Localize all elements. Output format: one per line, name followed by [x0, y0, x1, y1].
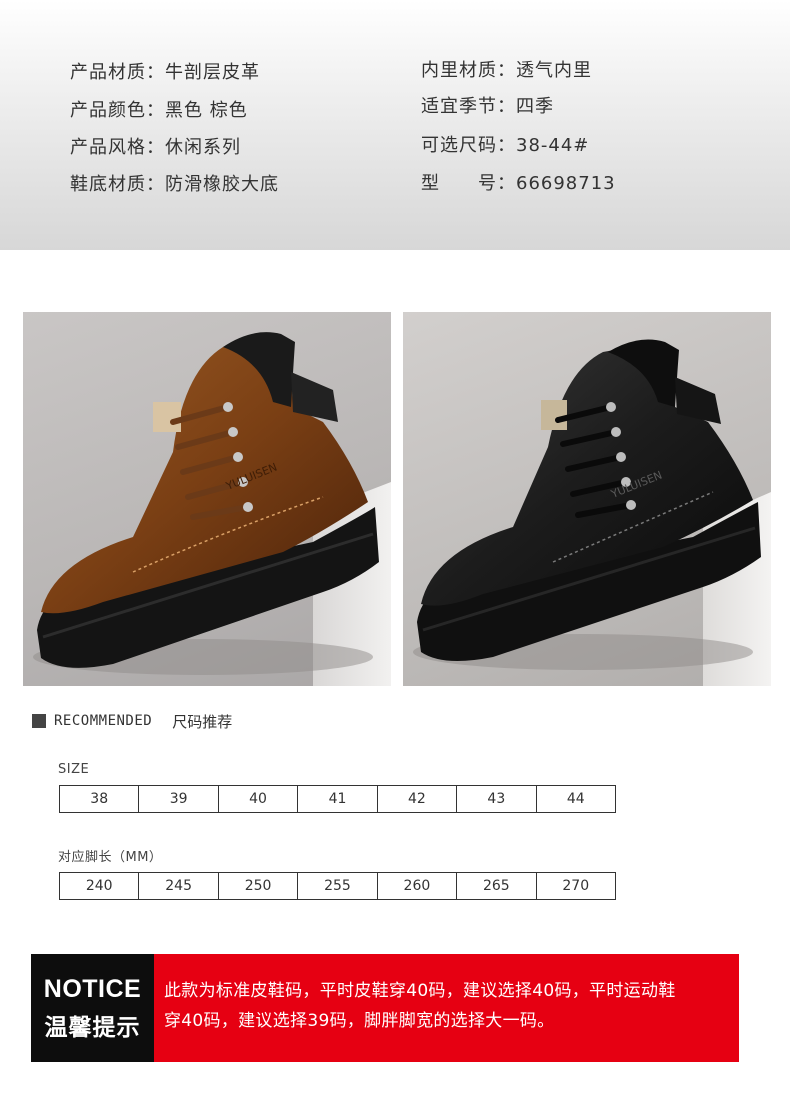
spec-label: 适宜季节： [421, 96, 516, 117]
spec-sizes: 可选尺码：38-44# [421, 131, 589, 157]
spec-label: 内里材质： [421, 60, 516, 81]
notice-banner: NOTICE 温馨提示 此款为标准皮鞋码，平时皮鞋穿40码，建议选择40码，平时… [31, 954, 739, 1062]
spec-label: 可选尺码： [421, 135, 516, 156]
spec-value: 38-44# [516, 135, 590, 156]
spec-material: 产品材质：牛剖层皮革 [70, 58, 260, 84]
spec-sole: 鞋底材质：防滑橡胶大底 [70, 170, 279, 196]
recommended-header: RECOMMENDED 尺码推荐 [32, 711, 232, 731]
spec-model: 型 号：66698713 [421, 169, 616, 195]
spec-label: 型 号： [421, 173, 516, 194]
foot-length-cell: 245 [139, 873, 219, 899]
notice-text-box: 此款为标准皮鞋码，平时皮鞋穿40码，建议选择40码，平时运动鞋 穿40码，建议选… [154, 954, 739, 1062]
size-label: SIZE [58, 762, 90, 777]
foot-length-cell: 260 [378, 873, 458, 899]
brown-boot-illustration: YULUISEN [33, 332, 391, 686]
recommended-title-en: RECOMMENDED [54, 713, 153, 729]
size-cell: 43 [457, 786, 537, 812]
spec-value: 66698713 [516, 173, 616, 194]
spec-style: 产品风格：休闲系列 [70, 133, 241, 159]
foot-length-cell: 240 [60, 873, 140, 899]
size-cell: 41 [298, 786, 378, 812]
notice-text-line: 此款为标准皮鞋码，平时皮鞋穿40码，建议选择40码，平时运动鞋 [164, 981, 676, 1001]
spec-value: 休闲系列 [165, 137, 241, 158]
foot-length-label: 对应脚长（MM） [58, 850, 163, 865]
size-cell: 39 [139, 786, 219, 812]
brown-boot-photo: YULUISEN [23, 312, 391, 686]
foot-length-cell: 255 [298, 873, 378, 899]
notice-title-cn: 温馨提示 [44, 1014, 141, 1041]
spec-value: 牛剖层皮革 [165, 62, 260, 83]
size-cell: 38 [60, 786, 140, 812]
black-boot-photo: YULUISEN [403, 312, 771, 686]
foot-length-table: 240 245 250 255 260 265 270 [59, 872, 616, 900]
spec-label: 鞋底材质： [70, 174, 165, 195]
spec-panel: 产品材质：牛剖层皮革 产品颜色：黑色 棕色 产品风格：休闲系列 鞋底材质：防滑橡… [0, 0, 790, 250]
spec-value: 四季 [516, 96, 554, 117]
notice-title-box: NOTICE 温馨提示 [31, 954, 154, 1062]
spec-season: 适宜季节：四季 [421, 92, 554, 118]
spec-label: 产品风格： [70, 137, 165, 158]
size-table: 38 39 40 41 42 43 44 [59, 785, 616, 813]
black-boot-illustration: YULUISEN [413, 339, 771, 686]
spec-label: 产品材质： [70, 62, 165, 83]
spec-value: 防滑橡胶大底 [165, 174, 279, 195]
foot-length-cell: 250 [219, 873, 299, 899]
notice-title-en: NOTICE [43, 974, 142, 1003]
spec-value: 黑色 棕色 [165, 100, 248, 121]
recommended-title-cn: 尺码推荐 [172, 712, 233, 731]
size-cell: 40 [219, 786, 299, 812]
size-cell: 44 [566, 791, 585, 807]
size-cell: 42 [378, 786, 458, 812]
foot-length-cell: 265 [457, 873, 537, 899]
spec-value: 透气内里 [516, 60, 592, 81]
spec-lining: 内里材质：透气内里 [421, 56, 592, 82]
spec-label: 产品颜色： [70, 100, 165, 121]
spec-color: 产品颜色：黑色 棕色 [70, 96, 248, 122]
foot-length-cell: 270 [562, 878, 590, 894]
square-bullet-icon [32, 714, 46, 728]
notice-text-line: 穿40码，建议选择39码，脚胖脚宽的选择大一码。 [164, 1011, 555, 1031]
